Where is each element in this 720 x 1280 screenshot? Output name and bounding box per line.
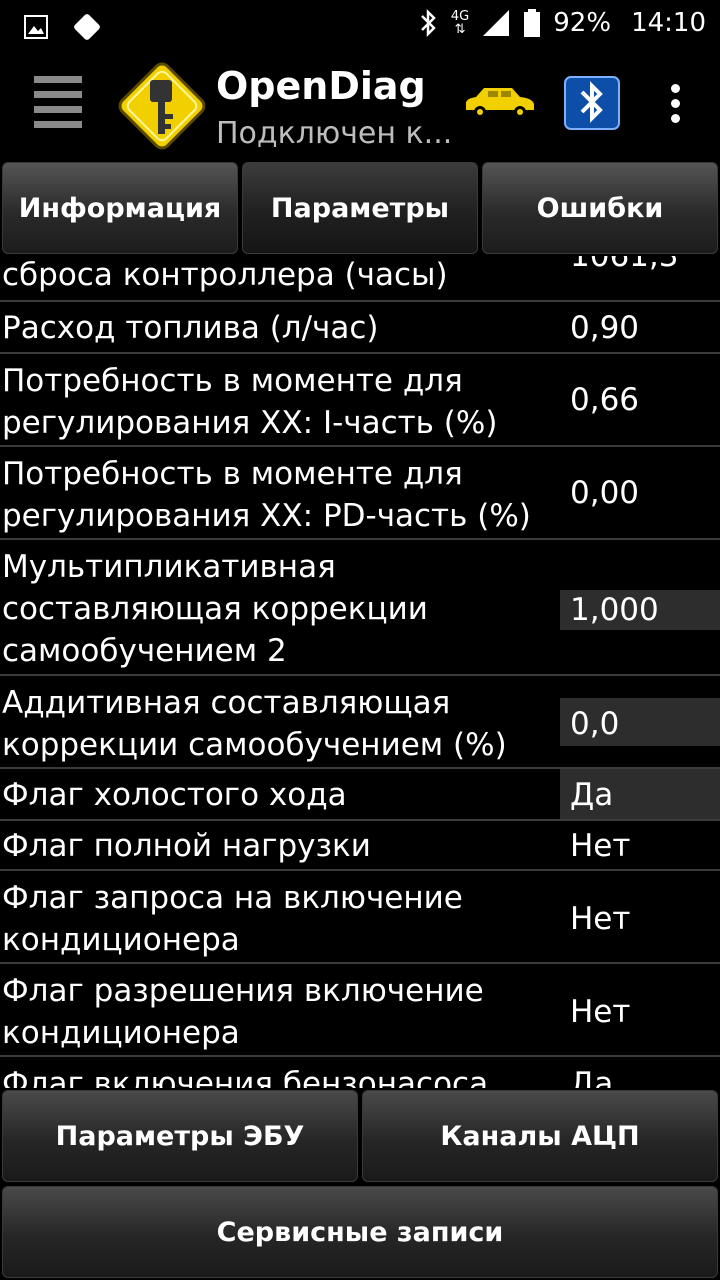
list-item[interactable]: Потребность в моменте для регулирования … (0, 447, 720, 540)
signal-icon (483, 10, 510, 36)
list-item[interactable]: Аддитивная составляющая коррекции самооб… (0, 676, 720, 769)
app-logo-icon (118, 62, 206, 150)
car-icon[interactable] (462, 82, 536, 122)
tab-errors[interactable]: Ошибки (482, 162, 718, 254)
list-item[interactable]: Флаг холостого хода Да (0, 769, 720, 821)
menu-icon[interactable] (34, 76, 82, 128)
service-records-button[interactable]: Сервисные записи (2, 1186, 718, 1278)
adc-channels-button[interactable]: Каналы АЦП (362, 1090, 718, 1182)
list-item[interactable]: Флаг включения бензонасоса Да (0, 1057, 720, 1088)
tab-bar: Информация Параметры Ошибки (0, 160, 720, 256)
list-item[interactable]: Потребность в моменте для регулирования … (0, 354, 720, 447)
battery-percent: 92% (553, 8, 612, 38)
diamond-icon (74, 14, 100, 40)
list-item[interactable]: Флаг разрешения включение кондиционера Н… (0, 964, 720, 1057)
list-item[interactable]: Флаг полной нагрузки Нет (0, 821, 720, 871)
list-item[interactable]: сброса контроллера (часы) 1061,3 (0, 256, 720, 302)
list-item[interactable]: Мультипликативная составляющая коррекции… (0, 540, 720, 676)
clock: 14:10 (631, 8, 706, 38)
bluetooth-icon (421, 8, 436, 38)
network-type: 4G ⇅ (450, 9, 470, 37)
image-icon (24, 15, 48, 39)
tab-parameters[interactable]: Параметры (242, 162, 478, 254)
list-item[interactable]: Расход топлива (л/час) 0,90 (0, 302, 720, 354)
parameter-list[interactable]: сброса контроллера (часы) 1061,3 Расход … (0, 256, 720, 1088)
ecu-params-button[interactable]: Параметры ЭБУ (2, 1090, 358, 1182)
connection-status: Подключен к... (216, 116, 453, 151)
overflow-menu-icon[interactable] (668, 84, 682, 124)
status-bar: 4G ⇅ 92% 14:10 (0, 0, 720, 50)
app-title: OpenDiag (216, 64, 426, 108)
action-bar: OpenDiag Подключен к... (0, 50, 720, 160)
list-item[interactable]: Флаг запроса на включение кондиционера Н… (0, 871, 720, 964)
tab-information[interactable]: Информация (2, 162, 238, 254)
battery-icon (524, 9, 541, 37)
bluetooth-adapter-icon[interactable] (564, 76, 620, 130)
